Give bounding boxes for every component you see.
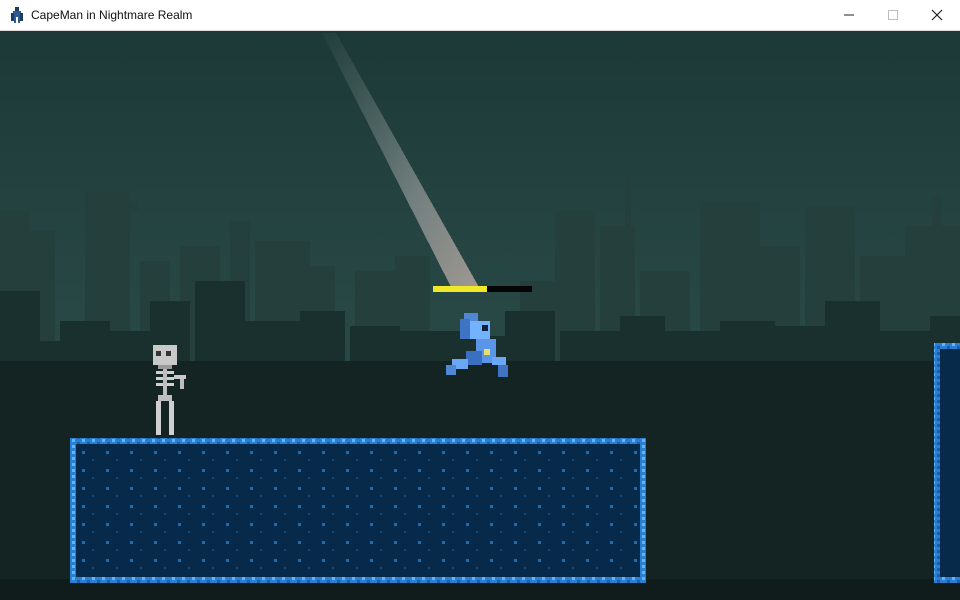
maximize-button[interactable] [870, 0, 916, 30]
game-viewport[interactable] [0, 31, 960, 600]
maximize-icon [888, 10, 898, 20]
main-platform [70, 438, 646, 583]
minimize-icon [844, 14, 854, 16]
title-bar[interactable]: CapeMan in Nightmare Realm [0, 0, 960, 31]
player-health-bar [433, 286, 532, 292]
window-title: CapeMan in Nightmare Realm [31, 8, 193, 22]
capeman-icon [11, 7, 23, 23]
minimize-button[interactable] [826, 0, 872, 30]
close-icon [931, 9, 943, 21]
close-button[interactable] [914, 0, 960, 30]
player-health-fill [433, 286, 488, 292]
game-window: CapeMan in Nightmare Realm [0, 0, 960, 600]
right-platform [934, 343, 960, 583]
